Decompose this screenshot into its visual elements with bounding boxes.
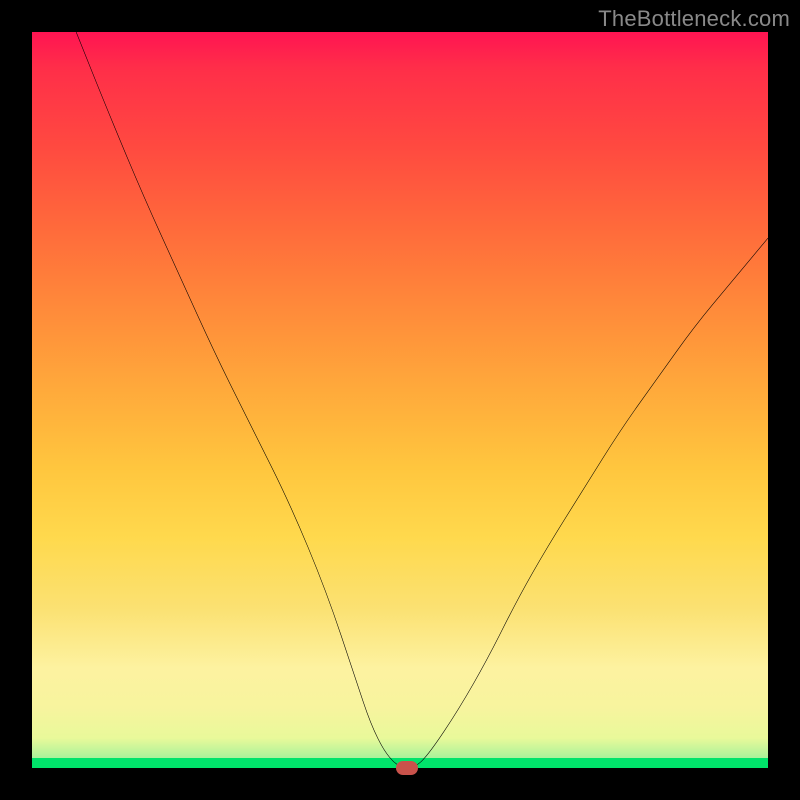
plot-area bbox=[32, 32, 768, 768]
curve-left-branch bbox=[76, 32, 768, 768]
chart-frame: TheBottleneck.com bbox=[0, 0, 800, 800]
attribution-text: TheBottleneck.com bbox=[598, 6, 790, 32]
optimal-point-marker bbox=[396, 761, 418, 775]
bottleneck-curve bbox=[32, 32, 768, 768]
